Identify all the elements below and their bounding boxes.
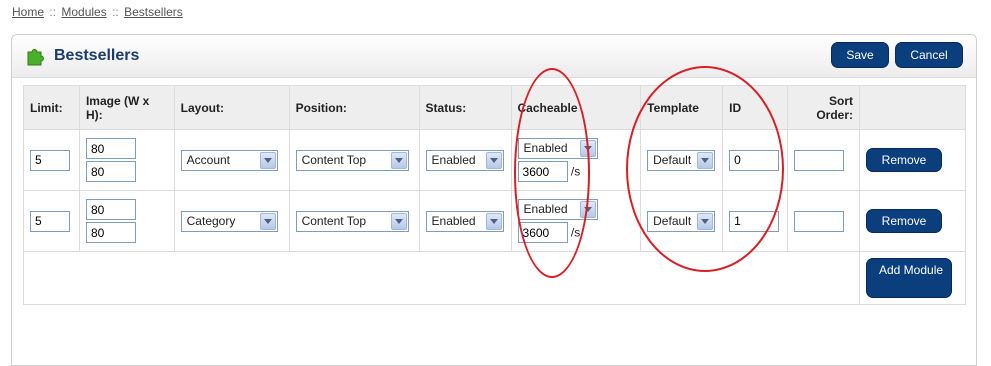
table-header-row: Limit: Image (W x H): Layout: Position: … (23, 85, 966, 130)
column-header-cacheable: Cacheable (510, 85, 642, 130)
add-module-button[interactable]: Add Module (866, 258, 952, 298)
image-height-input[interactable] (85, 222, 136, 243)
chevron-down-icon (579, 140, 596, 157)
column-header-sort-order: Sort Order: (787, 85, 860, 130)
column-header-position: Position: (288, 85, 420, 130)
image-height-input[interactable] (85, 161, 136, 182)
status-select[interactable]: Enabled (425, 210, 504, 232)
column-header-status: Status: (418, 85, 512, 130)
cache-time-input[interactable] (517, 222, 568, 243)
column-header-id: ID (722, 85, 789, 130)
layout-select[interactable]: Account (180, 149, 278, 171)
sort-order-input[interactable] (794, 149, 845, 171)
breadcrumb: Home :: Modules :: Bestsellers (12, 5, 183, 19)
cacheable-select-value: Enabled (523, 141, 568, 155)
status-select[interactable]: Enabled (425, 149, 504, 171)
column-header-image: Image (W x H): (78, 85, 175, 130)
chevron-down-icon (485, 151, 502, 169)
table-row: Account Content Top Enabled Enabled /s D… (23, 129, 966, 191)
cache-unit-label: /s (570, 164, 581, 179)
table-row: Category Content Top Enabled Enabled /s … (23, 190, 966, 252)
panel-header: Bestsellers Save Cancel (12, 35, 976, 78)
chevron-down-icon (485, 212, 502, 230)
layout-select[interactable]: Category (180, 210, 278, 232)
chevron-down-icon (390, 151, 407, 169)
sort-order-input[interactable] (794, 210, 845, 232)
column-header-template: Template (640, 85, 724, 130)
cancel-button[interactable]: Cancel (895, 42, 963, 68)
limit-input[interactable] (30, 210, 70, 232)
breadcrumb-separator: :: (49, 5, 57, 19)
id-input[interactable] (729, 149, 780, 171)
template-select[interactable]: Default (647, 210, 716, 232)
cache-time-input[interactable] (517, 161, 568, 182)
status-select-value: Enabled (431, 152, 476, 167)
cacheable-select[interactable]: Enabled (517, 199, 598, 220)
column-header-limit: Limit: (23, 85, 80, 130)
cache-unit-label: /s (570, 225, 581, 240)
chevron-down-icon (579, 201, 596, 218)
remove-button[interactable]: Remove (866, 148, 942, 172)
breadcrumb-home-link[interactable]: Home (12, 5, 44, 19)
module-table: Limit: Image (W x H): Layout: Position: … (23, 85, 966, 305)
breadcrumb-modules-link[interactable]: Modules (61, 5, 106, 19)
cacheable-select-value: Enabled (523, 202, 568, 216)
chevron-down-icon (259, 212, 276, 230)
column-header-layout: Layout: (173, 85, 290, 130)
column-header-actions (859, 85, 966, 130)
template-select[interactable]: Default (647, 149, 716, 171)
empty-cell (23, 251, 860, 305)
position-select-value: Content Top (301, 213, 367, 228)
chevron-down-icon (697, 212, 714, 230)
layout-select-value: Category (186, 213, 236, 228)
layout-select-value: Account (186, 152, 230, 167)
position-select-value: Content Top (301, 152, 367, 167)
limit-input[interactable] (30, 149, 70, 171)
position-select[interactable]: Content Top (295, 149, 409, 171)
breadcrumb-separator: :: (112, 5, 119, 19)
save-button[interactable]: Save (831, 42, 889, 68)
module-panel: Bestsellers Save Cancel Limit: Image (W … (11, 34, 977, 366)
chevron-down-icon (697, 151, 714, 169)
add-module-row: Add Module (23, 251, 966, 305)
chevron-down-icon (390, 212, 407, 230)
page-title: Bestsellers (54, 47, 140, 64)
template-select-value: Default (653, 152, 692, 167)
position-select[interactable]: Content Top (295, 210, 409, 232)
chevron-down-icon (259, 151, 276, 169)
breadcrumb-current-link[interactable]: Bestsellers (124, 5, 183, 19)
puzzle-piece-icon (27, 49, 44, 66)
template-select-value: Default (653, 213, 692, 228)
id-input[interactable] (729, 210, 780, 232)
remove-button[interactable]: Remove (866, 209, 942, 233)
image-width-input[interactable] (85, 199, 136, 220)
cacheable-select[interactable]: Enabled (517, 138, 598, 159)
status-select-value: Enabled (431, 213, 476, 228)
image-width-input[interactable] (85, 138, 136, 159)
